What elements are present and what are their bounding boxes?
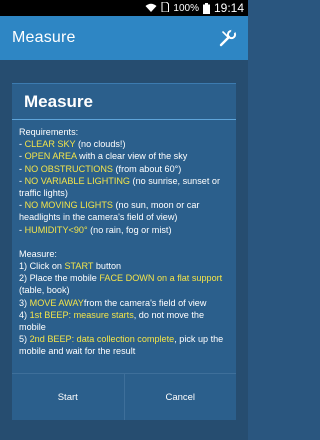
battery-percent: 100% [173, 2, 199, 14]
requirement-no-variable-lighting: - NO VARIABLE LIGHTING (no sunrise, suns… [19, 175, 220, 199]
requirement-clear-sky: - CLEAR SKY (no clouds!) [19, 139, 126, 150]
step-3: 3) MOVE AWAYfrom the camera's field of v… [19, 297, 207, 308]
status-bar: 100% 19:14 [0, 0, 248, 16]
requirement-humidity: - HUMIDITY<90° (no rain, fog or mist) [19, 224, 172, 235]
measure-dialog: Measure Requirements: - CLEAR SKY (no cl… [12, 83, 236, 420]
requirement-open-area: - OPEN AREA with a clear view of the sky [19, 151, 188, 162]
step-4: 4) 1st BEEP: measure starts, do not move… [19, 309, 205, 333]
dialog-button-bar: Start Cancel [12, 373, 236, 420]
measure-heading: Measure: [19, 248, 57, 259]
battery-icon [202, 2, 210, 14]
requirements-heading: Requirements: [19, 127, 79, 137]
step-2: 2) Place the mobile FACE DOWN on a flat … [19, 273, 223, 296]
requirement-no-moving-lights: - NO MOVING LIGHTS (no sun, moon or car … [19, 200, 200, 223]
no-sim-icon [161, 1, 170, 15]
step-1: 1) Click on START button [19, 261, 122, 272]
clock: 19:14 [213, 1, 244, 15]
step-5: 5) 2nd BEEP: data collection complete, p… [19, 334, 224, 357]
wrench-screwdriver-icon[interactable] [218, 28, 238, 48]
action-bar: Measure [0, 16, 248, 60]
wifi-icon [145, 3, 157, 13]
start-button[interactable]: Start [12, 374, 124, 420]
dialog-message: Requirements: - CLEAR SKY (no clouds!) -… [12, 120, 236, 373]
app-title: Measure [12, 29, 76, 46]
dialog-title: Measure [12, 84, 236, 120]
requirement-no-obstructions: - NO OBSTRUCTIONS (from about 60°) [19, 163, 182, 174]
cancel-button[interactable]: Cancel [123, 374, 236, 420]
